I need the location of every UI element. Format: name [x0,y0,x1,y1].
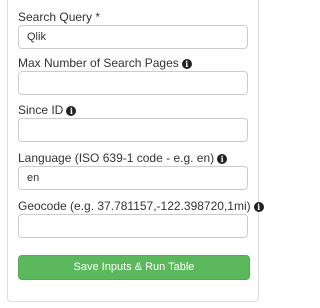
geocode-input[interactable] [18,214,248,238]
max-search-pages-label: Max Number of Search Pages i [18,56,192,70]
language-input[interactable] [18,166,248,190]
search-query-label: Search Query * [18,10,101,24]
save-inputs-run-table-button[interactable]: Save Inputs & Run Table [18,255,250,280]
language-label: Language (ISO 639-1 code - e.g. en) i [18,151,228,165]
info-circle-icon[interactable]: i [217,154,228,164]
search-query-input[interactable] [18,25,248,49]
info-circle-icon[interactable]: i [253,202,264,212]
max-search-pages-input[interactable] [18,71,248,95]
inputs-panel: Search Query * Max Number of Search Page… [7,0,264,302]
since-id-input[interactable] [18,118,248,142]
info-circle-icon[interactable]: i [66,106,77,116]
since-id-label: Since ID i [18,103,77,117]
info-circle-icon[interactable]: i [181,59,192,69]
geocode-label: Geocode (e.g. 37.781157,-122.398720,1mi)… [18,199,264,213]
